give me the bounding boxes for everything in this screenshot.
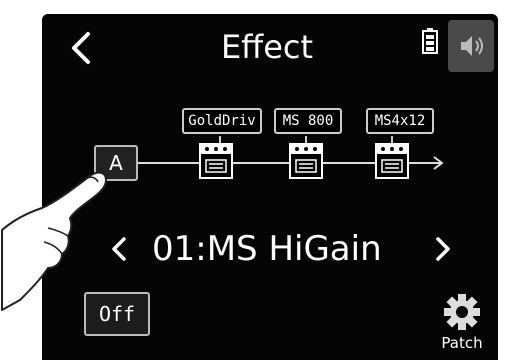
pedal-icon[interactable]	[199, 136, 233, 179]
back-button[interactable]	[62, 28, 102, 68]
page-title: Effect	[220, 28, 314, 66]
effect-label-3[interactable]: MS4x12	[366, 108, 434, 134]
effect-label-2[interactable]: MS 800	[274, 108, 342, 134]
speaker-icon	[461, 36, 483, 56]
patch-label: Patch	[441, 334, 483, 352]
pedal-icon[interactable]	[289, 136, 323, 179]
gear-icon	[444, 294, 480, 330]
pointing-hand-icon	[1, 171, 107, 311]
top-bar: Effect	[42, 14, 498, 78]
preset-selector: 01:MS HiGain	[42, 224, 498, 274]
pedal-icon[interactable]	[375, 136, 409, 179]
next-preset-button[interactable]	[426, 230, 460, 268]
effect-label-1[interactable]: GoldDriv	[182, 108, 262, 134]
preset-name: 01:MS HiGain	[152, 229, 382, 269]
patch-button[interactable]: Patch	[430, 290, 494, 356]
volume-tab[interactable]	[448, 20, 494, 72]
device-screen: Effect A GoldDriv MS 800 MS4x12 01:MS Hi…	[42, 14, 498, 360]
battery-icon	[422, 28, 438, 54]
